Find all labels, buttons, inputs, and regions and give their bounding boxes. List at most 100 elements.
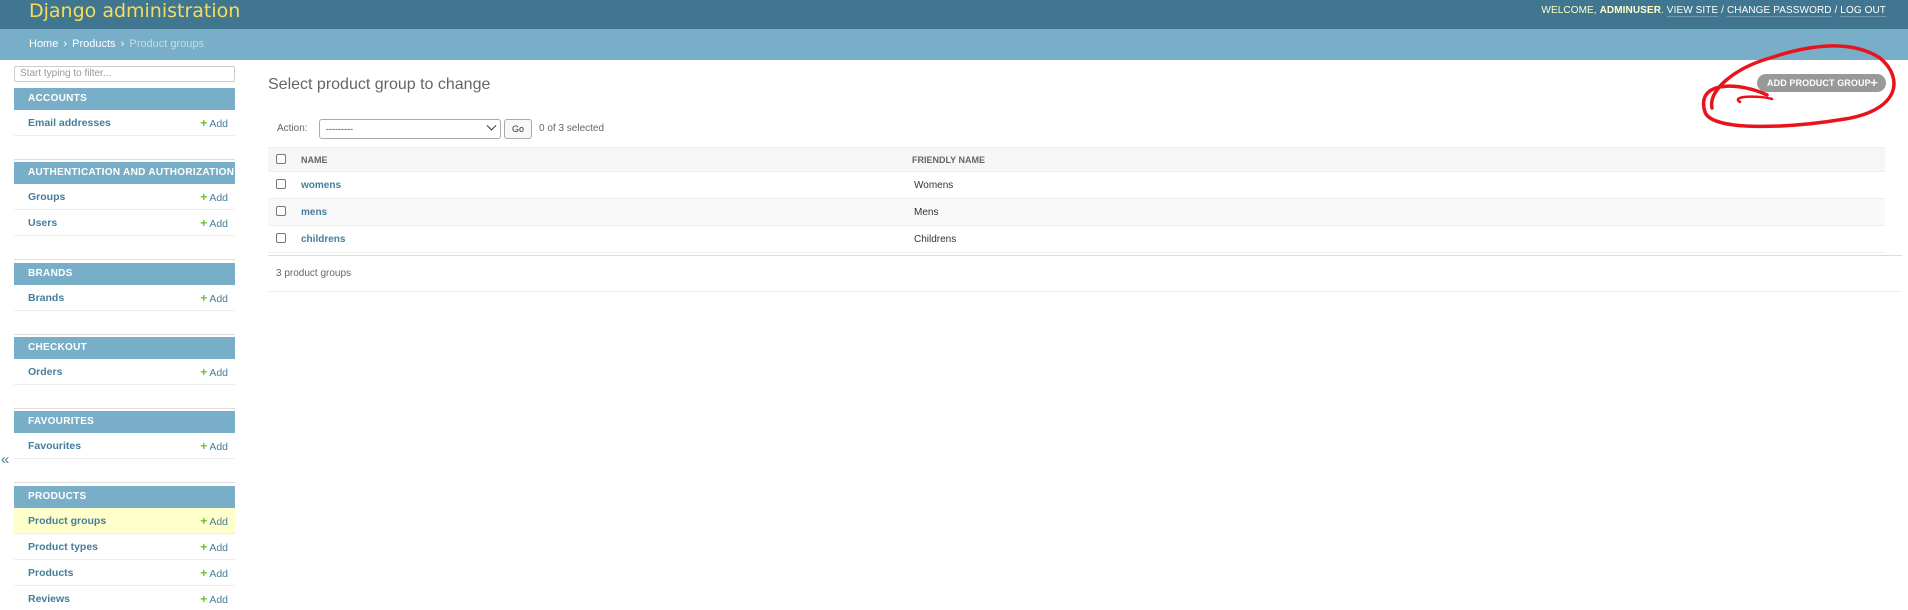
add-product-group-button[interactable]: ADD PRODUCT GROUP + [1757, 74, 1886, 92]
model-link[interactable]: Product types [28, 534, 98, 560]
add-button-label: ADD PRODUCT GROUP [1767, 78, 1871, 88]
user-tools: WELCOME, ADMINUSER. VIEW SITE / CHANGE P… [1541, 5, 1886, 17]
row-name-link[interactable]: womens [301, 180, 341, 191]
header-bar: Django administration WELCOME, ADMINUSER… [0, 0, 1908, 29]
select-all-checkbox[interactable] [276, 153, 286, 164]
plus-icon: + [1870, 75, 1878, 90]
breadcrumb-separator: › [63, 38, 68, 50]
change-password-link[interactable]: CHANGE PASSWORD [1726, 5, 1832, 17]
model-link[interactable]: Product groups [28, 508, 106, 534]
module-header[interactable]: FAVOURITES [14, 411, 235, 433]
action-label: Action: [277, 123, 308, 134]
add-label: Add [209, 192, 228, 204]
breadcrumb-home[interactable]: Home [29, 38, 58, 50]
model-link[interactable]: Favourites [28, 433, 81, 459]
row-checkbox-cell [268, 198, 301, 226]
separator: / [1721, 5, 1725, 16]
log-out-link[interactable]: LOG OUT [1840, 5, 1886, 17]
plus-icon: + [200, 439, 208, 453]
table-header-row: NAME FRIENDLY NAME [268, 147, 1885, 172]
module-spacer [14, 385, 235, 409]
table-row: mens Mens [268, 198, 1885, 226]
model-link[interactable]: Products [28, 560, 74, 586]
action-select[interactable]: --------- [319, 119, 501, 139]
module-header[interactable]: AUTHENTICATION AND AUTHORIZATION [14, 162, 235, 184]
friendly-name-cell: Childrens [912, 225, 1885, 253]
table-row: womens Womens [268, 171, 1885, 199]
add-label: Add [209, 542, 228, 554]
plus-icon: + [200, 190, 208, 204]
view-site-link[interactable]: VIEW SITE [1666, 5, 1719, 17]
friendly-name-cell: Womens [912, 171, 1885, 199]
add-link[interactable]: + Add [200, 359, 228, 386]
plus-icon: + [200, 216, 208, 230]
add-label: Add [209, 118, 228, 130]
row-name-link[interactable]: childrens [301, 234, 345, 245]
row-checkbox[interactable] [276, 232, 286, 243]
add-link[interactable]: + Add [200, 560, 228, 587]
module-spacer [14, 459, 235, 483]
plus-icon: + [200, 592, 208, 606]
model-link[interactable]: Brands [28, 285, 64, 311]
module-authentication: AUTHENTICATION AND AUTHORIZATION Groups … [14, 162, 235, 260]
welcome-text: WELCOME, [1541, 5, 1597, 16]
column-header-friendly-name[interactable]: FRIENDLY NAME [912, 147, 1885, 172]
plus-icon: + [200, 365, 208, 379]
name-cell: mens [301, 198, 912, 226]
add-label: Add [209, 516, 228, 528]
select-all-cell [268, 147, 301, 172]
model-link[interactable]: Groups [28, 184, 65, 210]
plus-icon: + [200, 566, 208, 580]
site-branding[interactable]: Django administration [29, 0, 240, 22]
action-selected-value: --------- [326, 124, 353, 134]
model-link[interactable]: Users [28, 210, 57, 236]
sidebar-item-users: Users + Add [14, 210, 235, 236]
module-accounts: ACCOUNTS Email addresses + Add [14, 88, 235, 160]
add-link[interactable]: + Add [200, 586, 228, 610]
module-checkout: CHECKOUT Orders + Add [14, 337, 235, 409]
module-header[interactable]: PRODUCTS [14, 486, 235, 508]
go-button[interactable]: Go [504, 119, 532, 139]
breadcrumb-products[interactable]: Products [72, 38, 115, 50]
column-header-name[interactable]: NAME [301, 147, 912, 172]
add-link[interactable]: + Add [200, 433, 228, 460]
add-link[interactable]: + Add [200, 110, 228, 137]
page-title: Select product group to change [268, 76, 491, 93]
annotation-tail-stroke [1736, 95, 1774, 104]
collapse-sidebar-icon[interactable]: « [1, 451, 9, 468]
row-checkbox-cell [268, 171, 301, 199]
name-cell: womens [301, 171, 912, 199]
row-name-link[interactable]: mens [301, 207, 327, 218]
module-spacer [14, 136, 235, 160]
add-link[interactable]: + Add [200, 184, 228, 211]
add-label: Add [209, 367, 228, 379]
row-checkbox[interactable] [276, 178, 286, 189]
model-link[interactable]: Orders [28, 359, 62, 385]
sidebar-item-orders: Orders + Add [14, 359, 235, 385]
model-link[interactable]: Reviews [28, 586, 70, 610]
add-link[interactable]: + Add [200, 534, 228, 561]
add-link[interactable]: + Add [200, 210, 228, 237]
table-row: childrens Childrens [268, 225, 1885, 253]
plus-icon: + [200, 514, 208, 528]
model-link[interactable]: Email addresses [28, 110, 111, 136]
plus-icon: + [200, 291, 208, 305]
result-list-table: NAME FRIENDLY NAME womens Womens mens Me… [268, 147, 1885, 253]
add-link[interactable]: + Add [200, 285, 228, 312]
breadcrumb-separator: › [120, 38, 125, 50]
module-header[interactable]: ACCOUNTS [14, 88, 235, 110]
nav-filter-input[interactable]: Start typing to filter... [14, 66, 235, 82]
module-brands: BRANDS Brands + Add [14, 263, 235, 335]
separator: / [1834, 5, 1838, 16]
add-link[interactable]: + Add [200, 508, 228, 535]
module-header[interactable]: BRANDS [14, 263, 235, 285]
row-checkbox[interactable] [276, 205, 286, 216]
plus-icon: + [200, 540, 208, 554]
add-label: Add [209, 441, 228, 453]
module-spacer [14, 236, 235, 260]
sidebar-item-groups: Groups + Add [14, 184, 235, 210]
plus-icon: + [200, 116, 208, 130]
friendly-name-cell: Mens [912, 198, 1885, 226]
module-header[interactable]: CHECKOUT [14, 337, 235, 359]
username: ADMINUSER [1599, 5, 1662, 16]
